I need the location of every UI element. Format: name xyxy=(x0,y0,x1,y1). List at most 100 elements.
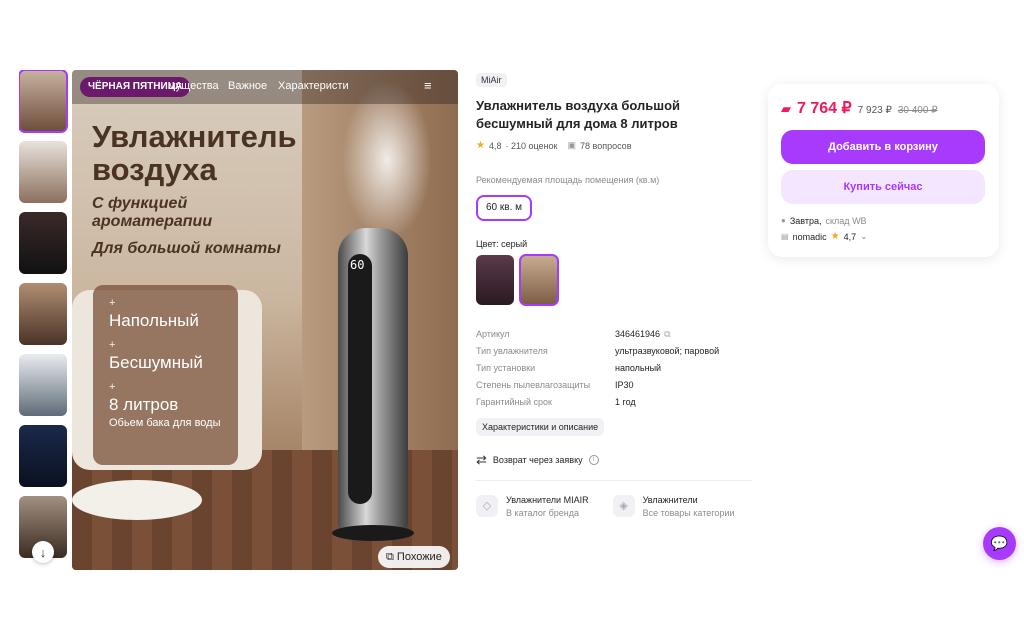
hero-title: Увлажнитель воздуха xyxy=(92,120,297,186)
rating-value: 4,8 xyxy=(488,140,502,151)
plus-icon: + xyxy=(109,297,116,309)
tag-icon: ◇ xyxy=(476,495,498,517)
questions-count[interactable]: 78 вопросов xyxy=(580,141,631,151)
thumbnails-scroll-down-button[interactable]: ↓ xyxy=(32,541,54,563)
spec-row: Степень пылевлагозащиты IP30 xyxy=(476,380,756,397)
device-base xyxy=(332,525,414,541)
feature-item: 8 литров xyxy=(109,395,179,414)
thumbnail-rail[interactable] xyxy=(19,70,69,570)
delivery-date: Завтра, xyxy=(789,215,822,226)
hero-subtitle-room: Для большой комнаты xyxy=(92,240,281,257)
brand-catalog-title: Увлажнители MIAIR xyxy=(506,495,589,505)
category-link[interactable]: ◈ Увлажнители Все товары категории xyxy=(612,495,734,518)
delivery-icon: ● xyxy=(781,216,786,225)
thumbnail-1[interactable] xyxy=(19,70,68,133)
hero-nav-important[interactable]: Важное xyxy=(228,80,267,92)
characteristics-button[interactable]: Характеристики и описание xyxy=(476,418,605,436)
add-to-cart-button[interactable]: Добавить в корзину xyxy=(781,130,985,164)
spec-key: Гарантийный срок xyxy=(476,397,552,407)
star-icon: ★ xyxy=(830,231,840,242)
feature-item: Напольный xyxy=(109,311,199,330)
hamburger-menu-icon[interactable]: ≡ xyxy=(424,79,432,92)
spec-row: Артикул 346461946 ⧉ xyxy=(476,329,756,346)
spec-row: Гарантийный срок 1 год xyxy=(476,397,756,414)
plus-icon: + xyxy=(109,339,116,351)
hero-title-line-2: воздуха xyxy=(92,152,217,187)
copy-icon[interactable]: ⧉ xyxy=(664,329,670,346)
area-label: Рекомендуемая площадь помещения (кв.м) xyxy=(476,175,660,185)
device-control-panel xyxy=(348,254,372,504)
price-old: 30 400 ₽ xyxy=(897,105,938,116)
spec-value: 346461946 xyxy=(615,329,661,339)
warehouse-label: склад WB xyxy=(825,215,867,226)
hero-subtitle-line-2: ароматерапии xyxy=(92,213,213,230)
category-icon: ◈ xyxy=(612,495,635,517)
product-main-image[interactable]: 60 ЧЁРНАЯ ПЯТНИЦА мущества Важное Характ… xyxy=(72,70,458,570)
hero-nav-specs[interactable]: Характеристи xyxy=(278,80,349,92)
thumbnail-6[interactable] xyxy=(19,425,67,487)
spec-value: IP30 xyxy=(615,380,634,390)
hero-subtitle: С функцией ароматерапии xyxy=(92,195,212,231)
feature-note: Обьем бака для воды xyxy=(109,417,221,429)
spec-key: Артикул xyxy=(476,329,510,339)
thumbnail-4[interactable] xyxy=(19,283,67,345)
wallet-icon: ▰ xyxy=(781,101,791,116)
device-display: 60 xyxy=(350,258,365,272)
thumbnail-2[interactable] xyxy=(19,141,67,203)
thumbnail-5[interactable] xyxy=(19,354,67,416)
color-options xyxy=(476,254,756,306)
seller-icon: ▤ xyxy=(781,232,789,241)
info-icon[interactable]: i xyxy=(588,455,599,465)
return-arrows-icon: ⇄ xyxy=(476,452,487,467)
arrow-down-icon: ↓ xyxy=(39,544,47,560)
hero-table xyxy=(72,480,202,520)
return-label: Возврат через заявку xyxy=(492,455,583,465)
color-option-1[interactable] xyxy=(476,255,514,305)
color-label: Цвет: серый xyxy=(476,239,528,249)
product-title: Увлажнитель воздуха большой бесшумный дл… xyxy=(476,98,681,131)
category-title: Увлажнители xyxy=(642,495,698,505)
delivery-row: ● Завтра, склад WB xyxy=(781,214,986,227)
price-current: 7 764 ₽ xyxy=(797,100,852,117)
buy-card: ▰ 7 764 ₽ 7 923 ₽ 30 400 ₽ Добавить в ко… xyxy=(768,84,999,257)
hero-nav-advantages[interactable]: мущества xyxy=(168,80,219,92)
similar-products-button[interactable]: ⧉ Похожие xyxy=(378,546,450,568)
spec-key: Тип увлажнителя xyxy=(476,346,548,356)
questions-icon: ▣ xyxy=(567,140,576,150)
brand-catalog-sub: В каталог бренда xyxy=(506,508,580,518)
hero-steam xyxy=(342,80,432,240)
similar-label: Похожие xyxy=(396,551,442,563)
specs-table: Артикул 346461946 ⧉ Тип увлажнителя ульт… xyxy=(476,329,756,414)
chat-button[interactable]: 💬 xyxy=(983,527,1016,560)
humidifier-device-image: 60 xyxy=(332,228,414,541)
spec-value: ультразвуковой; паровой xyxy=(615,346,720,356)
seller-name[interactable]: nomadic xyxy=(793,232,827,242)
return-row: ⇄ Возврат через заявку i xyxy=(476,452,756,468)
hero-title-line-1: Увлажнитель xyxy=(92,119,297,154)
spec-row: Тип установки напольный xyxy=(476,363,756,380)
spec-value: напольный xyxy=(615,363,662,373)
feature-item: Бесшумный xyxy=(109,353,203,372)
chevron-down-icon[interactable]: ⌄ xyxy=(860,231,868,242)
category-links: ◇ Увлажнители MIAIR В каталог бренда ◈ У… xyxy=(476,495,756,518)
reviews-count[interactable]: · 210 оценок xyxy=(505,141,557,151)
seller-row[interactable]: ▤ nomadic ★ 4,7 ⌄ xyxy=(781,230,986,243)
product-info: MiAir Увлажнитель воздуха большой бесшум… xyxy=(476,70,756,518)
price-row: ▰ 7 764 ₽ 7 923 ₽ 30 400 ₽ xyxy=(781,98,986,118)
rating-row[interactable]: ★ 4,8 · 210 оценок ▣ 78 вопросов xyxy=(476,140,756,151)
buy-now-button[interactable]: Купить сейчас xyxy=(781,170,985,204)
spec-key: Степень пылевлагозащиты xyxy=(476,380,591,390)
divider xyxy=(476,480,752,481)
spec-value: 1 год xyxy=(615,397,636,407)
chat-bubble-icon: 💬 xyxy=(990,535,1009,551)
features-card: + Напольный + Бесшумный + 8 литров Обьем… xyxy=(93,285,238,465)
thumbnail-3[interactable] xyxy=(19,212,67,274)
hero-subtitle-line-1: С функцией xyxy=(92,195,188,212)
top-bar xyxy=(0,0,1024,70)
area-option-chip[interactable]: 60 кв. м xyxy=(476,195,533,221)
star-icon: ★ xyxy=(476,140,485,151)
seller-rating: 4,7 xyxy=(843,231,857,242)
brand-catalog-link[interactable]: ◇ Увлажнители MIAIR В каталог бренда xyxy=(476,495,589,518)
brand-badge[interactable]: MiAir xyxy=(476,73,507,87)
color-option-2[interactable] xyxy=(519,254,559,306)
